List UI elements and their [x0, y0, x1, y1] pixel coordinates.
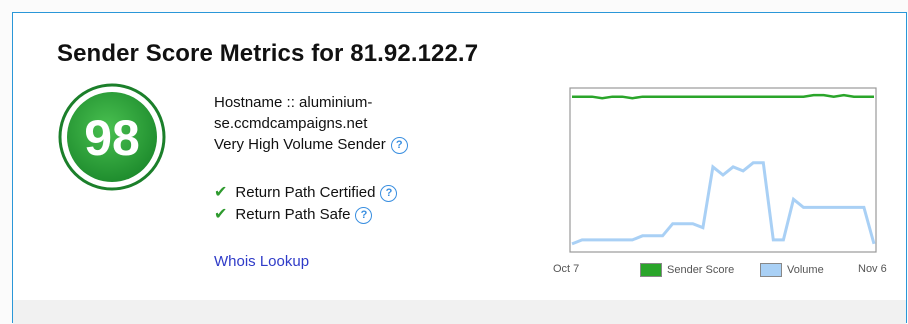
- volume-legend-swatch: [760, 263, 782, 277]
- chart-plot-area: [569, 87, 877, 253]
- help-icon[interactable]: ?: [380, 184, 398, 202]
- cert-label: Return Path Certified: [235, 184, 376, 201]
- volume-label: Very High Volume Sender: [214, 136, 386, 153]
- volume-row: Very High Volume Sender?: [214, 134, 408, 155]
- page-title: Sender Score Metrics for 81.92.122.7: [57, 40, 479, 67]
- certifications-list: ✔ Return Path Certified? ✔ Return Path Saf…: [214, 182, 398, 226]
- whois-lookup-link[interactable]: Whois Lookup: [214, 253, 309, 270]
- sender-score-legend-label: Sender Score: [667, 264, 735, 276]
- cert-item: ✔ Return Path Safe?: [214, 204, 397, 226]
- cert-label: Return Path Safe: [235, 206, 351, 223]
- check-icon: ✔: [214, 206, 228, 223]
- cert-item: ✔ Return Path Certified?: [214, 182, 398, 204]
- panel-footer-band: [13, 300, 906, 324]
- hostname-line-2: se.ccmdcampaigns.net: [214, 115, 368, 132]
- metrics-chart: [569, 87, 877, 253]
- x-axis-start-label: Oct 7: [553, 263, 580, 275]
- volume-legend-label: Volume: [787, 264, 824, 276]
- help-icon[interactable]: ?: [355, 206, 373, 224]
- sender-score-legend-swatch: [640, 263, 662, 277]
- sender-info: Hostname :: aluminium- se.ccmdcampaigns.…: [214, 92, 408, 155]
- score-badge: 98: [58, 83, 166, 191]
- score-value: 98: [84, 110, 140, 166]
- x-axis-end-label: Nov 6: [858, 263, 887, 275]
- help-icon[interactable]: ?: [390, 136, 408, 154]
- hostname-line-1: Hostname :: aluminium-: [214, 94, 373, 111]
- check-icon: ✔: [214, 184, 228, 201]
